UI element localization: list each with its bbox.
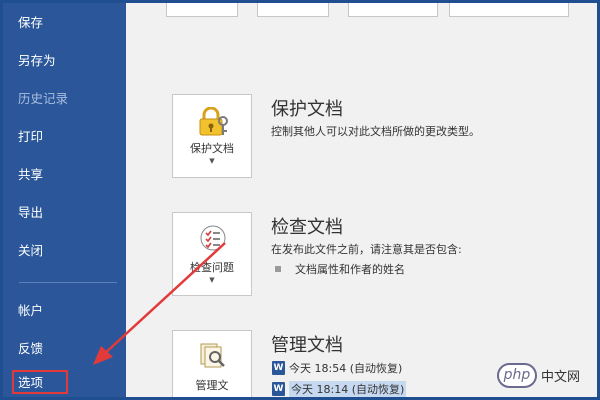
checklist-icon <box>200 225 226 251</box>
lock-key-icon <box>199 107 228 136</box>
top-button-2[interactable] <box>257 3 329 17</box>
protect-document-button[interactable]: 保护文档 ▼ <box>172 94 252 178</box>
document-magnifier-icon <box>200 343 225 368</box>
caret-down-icon: ▼ <box>209 157 215 165</box>
sidebar-item-close[interactable]: 关闭 <box>18 243 43 259</box>
watermark: php 中文网 <box>497 355 597 395</box>
caret-down-icon: ▼ <box>209 276 215 284</box>
manage-document-title: 管理文档 <box>271 335 343 356</box>
top-button-4[interactable] <box>449 3 569 17</box>
check-for-issues-button[interactable]: 检查问题 ▼ <box>172 212 252 296</box>
sidebar-item-share[interactable]: 共享 <box>18 167 43 183</box>
backstage-sidebar: 保存 另存为 历史记录 打印 共享 导出 关闭 帐户 反馈 选项 <box>3 3 126 397</box>
version-item-text: 今天 18:14 (自动恢复) <box>289 381 407 397</box>
sidebar-item-export[interactable]: 导出 <box>18 205 43 221</box>
inspect-document-description: 在发布此文件之前，请注意其是否包含: <box>271 243 462 256</box>
watermark-text: 中文网 <box>541 369 581 385</box>
sidebar-item-print[interactable]: 打印 <box>18 129 43 145</box>
sidebar-item-feedback[interactable]: 反馈 <box>18 341 43 357</box>
backstage-window: 保存 另存为 历史记录 打印 共享 导出 关闭 帐户 反馈 选项 保护文档 ▼ … <box>3 3 597 397</box>
version-item[interactable]: W 今天 18:54 (自动恢复) <box>272 360 402 376</box>
protect-document-button-label: 保护文档 <box>190 142 234 155</box>
check-for-issues-button-label: 检查问题 <box>190 261 234 274</box>
inspect-bullet-text: 文档属性和作者的姓名 <box>295 263 405 276</box>
sidebar-item-save-as[interactable]: 另存为 <box>18 53 56 69</box>
php-logo: php <box>497 362 537 388</box>
inspect-bullet-item: 文档属性和作者的姓名 <box>275 261 405 277</box>
sidebar-item-history[interactable]: 历史记录 <box>18 91 68 107</box>
inspect-document-title: 检查文档 <box>271 217 343 238</box>
word-file-icon: W <box>272 382 285 396</box>
word-file-icon: W <box>272 361 285 375</box>
sidebar-divider <box>19 282 117 283</box>
version-item-text: 今天 18:54 (自动恢复) <box>289 362 403 375</box>
protect-document-title: 保护文档 <box>271 99 343 120</box>
manage-document-button[interactable]: 管理文 <box>172 330 252 397</box>
protect-document-description: 控制其他人可以对此文档所做的更改类型。 <box>271 125 480 138</box>
sidebar-item-account[interactable]: 帐户 <box>18 303 43 319</box>
bullet-icon <box>275 266 281 272</box>
sidebar-item-save[interactable]: 保存 <box>18 15 43 31</box>
version-item-selected[interactable]: W 今天 18:14 (自动恢复) <box>272 381 407 397</box>
top-button-1[interactable] <box>166 3 238 17</box>
manage-document-button-label: 管理文 <box>195 379 229 392</box>
top-button-3[interactable] <box>348 3 438 17</box>
options-highlight-box <box>12 370 68 394</box>
